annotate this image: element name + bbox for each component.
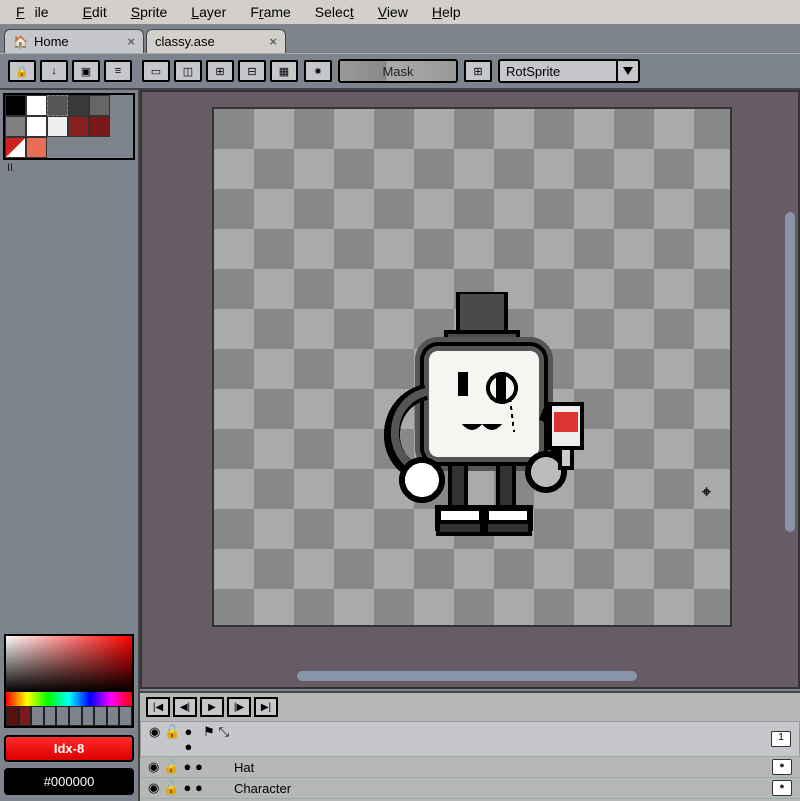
menu-frame[interactable]: Frame: [240, 1, 300, 23]
close-icon[interactable]: ×: [269, 34, 277, 49]
grid-icon[interactable]: ⊞: [464, 60, 492, 82]
left-panel: II Idx-8 #000000: [0, 90, 140, 801]
context-toolbar: 🔒 ↓ ▣ ≡ ▭ ◫ ⊞ ⊟ ▦ ✷ Mask ⊞ RotSprite: [0, 53, 800, 90]
menu-view[interactable]: View: [368, 1, 418, 23]
horizontal-scrollbar[interactable]: [297, 671, 637, 681]
folder-icon[interactable]: ▣: [72, 60, 100, 82]
lock-icon[interactable]: 🔓: [163, 780, 179, 796]
select-rect-icon[interactable]: ▭: [142, 60, 170, 82]
select-subtract-icon[interactable]: ⊟: [238, 60, 266, 82]
palette-marker: II: [3, 160, 135, 176]
layer-row-hat[interactable]: ◉ 🔓 ● ● Hat: [140, 757, 800, 778]
color-palette[interactable]: [3, 93, 135, 160]
link-icon[interactable]: ● ●: [184, 759, 203, 775]
move-icon[interactable]: ⤡: [219, 724, 229, 754]
tab-active[interactable]: classy.ase ×: [146, 29, 286, 53]
eye-icon[interactable]: ◉: [148, 759, 159, 775]
frame-cell[interactable]: [772, 759, 792, 775]
color-picker[interactable]: [4, 634, 134, 728]
lock-icon[interactable]: 🔒: [8, 60, 36, 82]
frame-header-cell[interactable]: 1: [771, 731, 791, 747]
first-frame-button[interactable]: |◀: [146, 697, 170, 717]
menu-file[interactable]: File: [6, 1, 69, 23]
background-color[interactable]: #000000: [4, 768, 134, 795]
hue-slider[interactable]: [6, 692, 132, 706]
sprite-artwork: [362, 292, 602, 592]
chevron-down-icon[interactable]: [618, 59, 640, 83]
playback-controls: |◀ ◀| ▶ |▶ ▶|: [140, 693, 800, 721]
tab-home-label: Home: [34, 34, 69, 49]
layer-name[interactable]: Hat: [234, 760, 254, 775]
tab-bar: 🏠 Home × classy.ase ×: [0, 25, 800, 53]
link-icon[interactable]: ● ●: [184, 780, 203, 796]
frame-cell[interactable]: [772, 780, 792, 796]
menu-select[interactable]: Select: [305, 1, 364, 23]
last-frame-button[interactable]: ▶|: [254, 697, 278, 717]
layer-header: ◉ 🔓 ● ● ⚑ ⤡ 1: [140, 721, 800, 757]
lock-icon[interactable]: 🔓: [164, 724, 180, 754]
eye-icon[interactable]: ◉: [149, 724, 160, 754]
menu-edit[interactable]: Edit: [73, 1, 117, 23]
arrow-down-icon[interactable]: ↓: [40, 60, 68, 82]
lock-icon[interactable]: 🔓: [163, 759, 179, 775]
menu-sprite[interactable]: Sprite: [121, 1, 178, 23]
menu-bar: File Edit Sprite Layer Frame Select View…: [0, 0, 800, 25]
canvas-viewport[interactable]: ⌖: [140, 90, 800, 689]
layer-name[interactable]: Character: [234, 781, 291, 796]
foreground-color[interactable]: Idx-8: [4, 735, 134, 762]
select-overlap-icon[interactable]: ◫: [174, 60, 202, 82]
workspace: ⌖ |◀ ◀| ▶ |▶ ▶| ◉ 🔓 ● ● ⚑ ⤡: [140, 90, 800, 801]
play-button[interactable]: ▶: [200, 697, 224, 717]
close-icon[interactable]: ×: [127, 34, 135, 49]
tab-active-label: classy.ase: [155, 34, 215, 49]
menu-layer[interactable]: Layer: [181, 1, 236, 23]
eye-icon[interactable]: ◉: [148, 780, 159, 796]
color-gradient[interactable]: [6, 636, 132, 692]
prev-frame-button[interactable]: ◀|: [173, 697, 197, 717]
select-add-icon[interactable]: ⊞: [206, 60, 234, 82]
layer-row-character[interactable]: ◉ 🔓 ● ● Character: [140, 778, 800, 799]
rotation-select[interactable]: RotSprite: [498, 59, 640, 83]
menu-help[interactable]: Help: [422, 1, 471, 23]
menu-icon[interactable]: ≡: [104, 60, 132, 82]
tab-home[interactable]: 🏠 Home ×: [4, 29, 144, 53]
select-intersect-icon[interactable]: ▦: [270, 60, 298, 82]
vertical-scrollbar[interactable]: [785, 212, 795, 532]
crosshair-icon: ⌖: [702, 484, 711, 502]
main-area: II Idx-8 #000000: [0, 90, 800, 801]
timeline-panel: |◀ ◀| ▶ |▶ ▶| ◉ 🔓 ● ● ⚑ ⤡ 1 ◉: [140, 691, 800, 801]
next-frame-button[interactable]: |▶: [227, 697, 251, 717]
home-icon: 🏠: [13, 35, 28, 49]
brush-icon[interactable]: ✷: [304, 60, 332, 82]
tag-icon[interactable]: ⚑: [203, 724, 215, 754]
link-icon[interactable]: ● ●: [185, 724, 199, 754]
color-swatches[interactable]: [6, 706, 132, 726]
mask-button[interactable]: Mask: [338, 59, 458, 83]
rotation-select-label: RotSprite: [506, 64, 560, 79]
